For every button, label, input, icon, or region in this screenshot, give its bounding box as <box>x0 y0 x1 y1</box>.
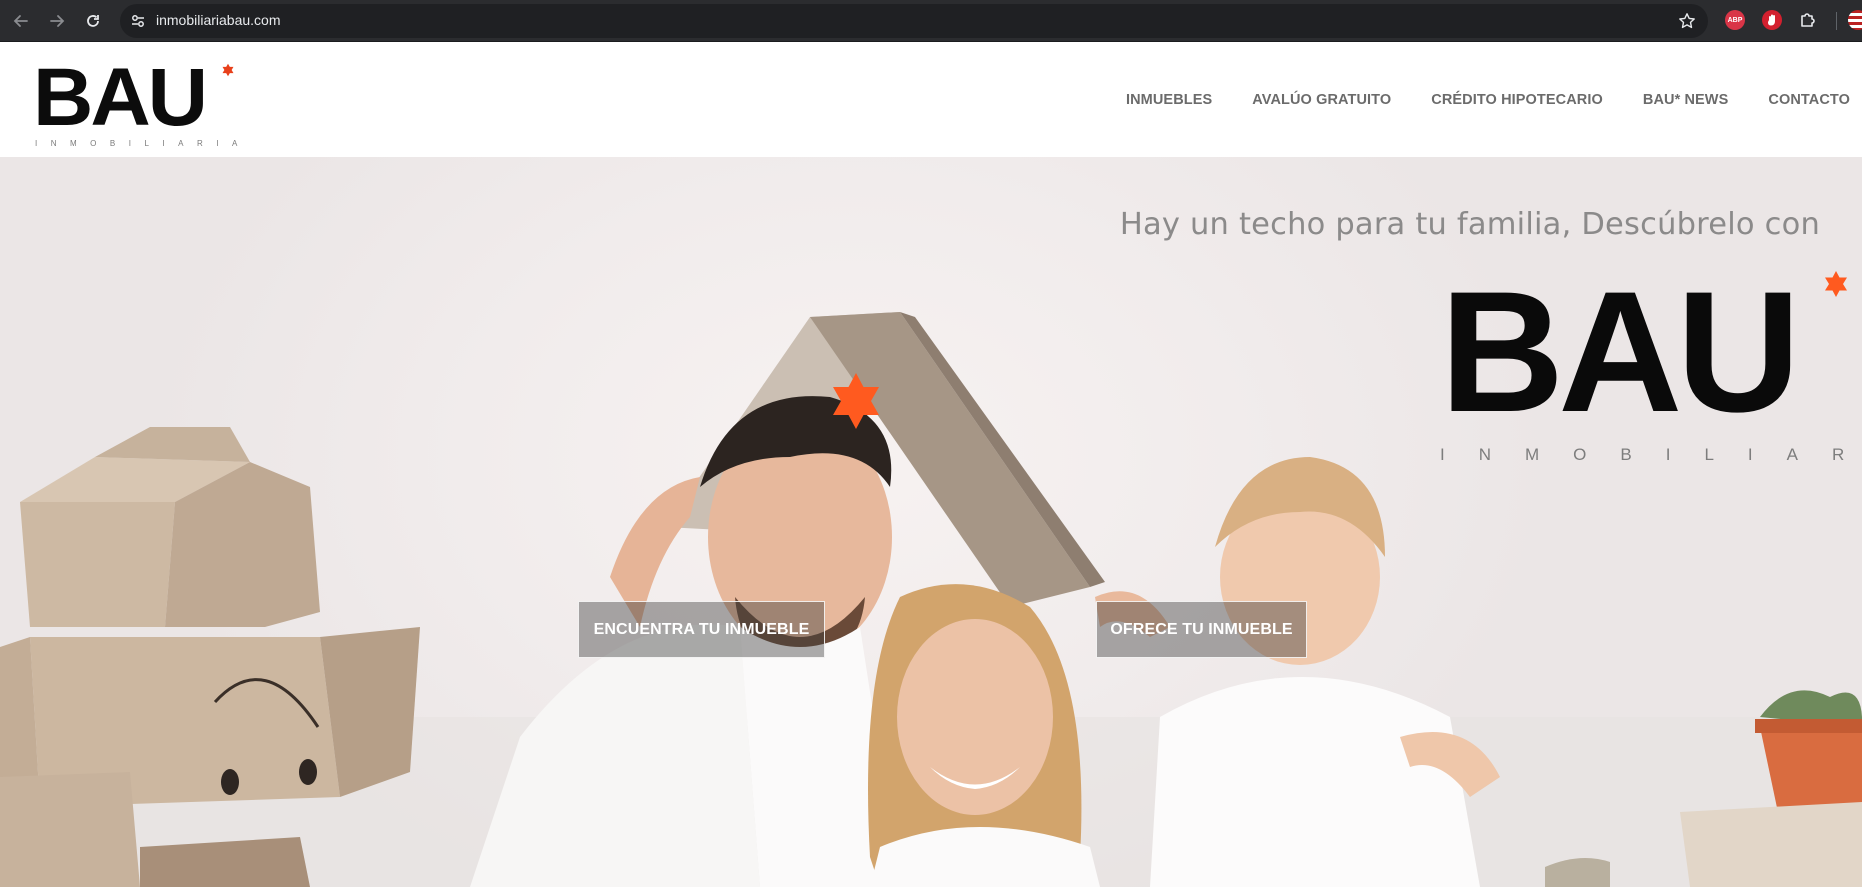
nav-credito-hipotecario[interactable]: CRÉDITO HIPOTECARIO <box>1431 92 1603 108</box>
extensions-puzzle-icon[interactable] <box>1798 10 1818 30</box>
forward-button[interactable] <box>44 8 70 34</box>
site-header: BAU INMOBILIARIA INMUEBLES AVALÚO GRATUI… <box>0 42 1862 157</box>
child-figure <box>1150 457 1500 887</box>
hero-logo: BAU INMOBILIARIA <box>1440 256 1862 464</box>
hand-icon <box>1768 14 1775 26</box>
main-navigation: INMUEBLES AVALÚO GRATUITO CRÉDITO HIPOTE… <box>1126 92 1850 108</box>
hero-logo-wordmark: BAU <box>1440 256 1801 448</box>
browser-toolbar: inmobiliariabau.com ABP <box>0 0 1862 42</box>
nav-bau-news[interactable]: BAU* NEWS <box>1643 92 1729 108</box>
reload-icon <box>87 15 99 27</box>
reload-button[interactable] <box>80 8 106 34</box>
nav-avaluo-gratuito[interactable]: AVALÚO GRATUITO <box>1252 92 1391 108</box>
arrow-left-icon <box>13 15 28 27</box>
logo-subtitle: INMOBILIARIA <box>35 139 251 148</box>
bookmark-star-icon[interactable] <box>1678 12 1696 30</box>
back-button[interactable] <box>8 8 34 34</box>
hero-banner: Hay un techo para tu familia, Descúbrelo… <box>0 157 1862 887</box>
hero-tagline: Hay un techo para tu familia, Descúbrelo… <box>1119 207 1820 242</box>
nav-inmuebles[interactable]: INMUEBLES <box>1126 92 1212 108</box>
hero-logo-star-icon <box>1825 271 1847 297</box>
hero-logo-subtitle: INMOBILIARIA <box>1440 445 1862 464</box>
arrow-right-icon <box>50 15 65 27</box>
nav-contacto[interactable]: CONTACTO <box>1768 92 1850 108</box>
hand-extension-icon[interactable] <box>1762 10 1782 30</box>
encuentra-inmueble-button[interactable]: ENCUENTRA TU INMUEBLE <box>578 601 825 658</box>
toolbar-separator <box>1836 12 1837 30</box>
logo-star-icon <box>222 63 234 77</box>
logo-wordmark: BAU <box>33 52 208 143</box>
adblock-extension-icon[interactable]: ABP <box>1725 10 1745 30</box>
site-logo[interactable]: BAU INMOBILIARIA <box>33 54 243 154</box>
profile-avatar[interactable] <box>1848 10 1862 30</box>
site-settings-icon[interactable] <box>128 11 148 31</box>
url-text[interactable]: inmobiliariabau.com <box>156 12 281 28</box>
ofrece-inmueble-button[interactable]: OFRECE TU INMUEBLE <box>1096 601 1307 658</box>
address-bar[interactable]: inmobiliariabau.com <box>120 4 1708 38</box>
